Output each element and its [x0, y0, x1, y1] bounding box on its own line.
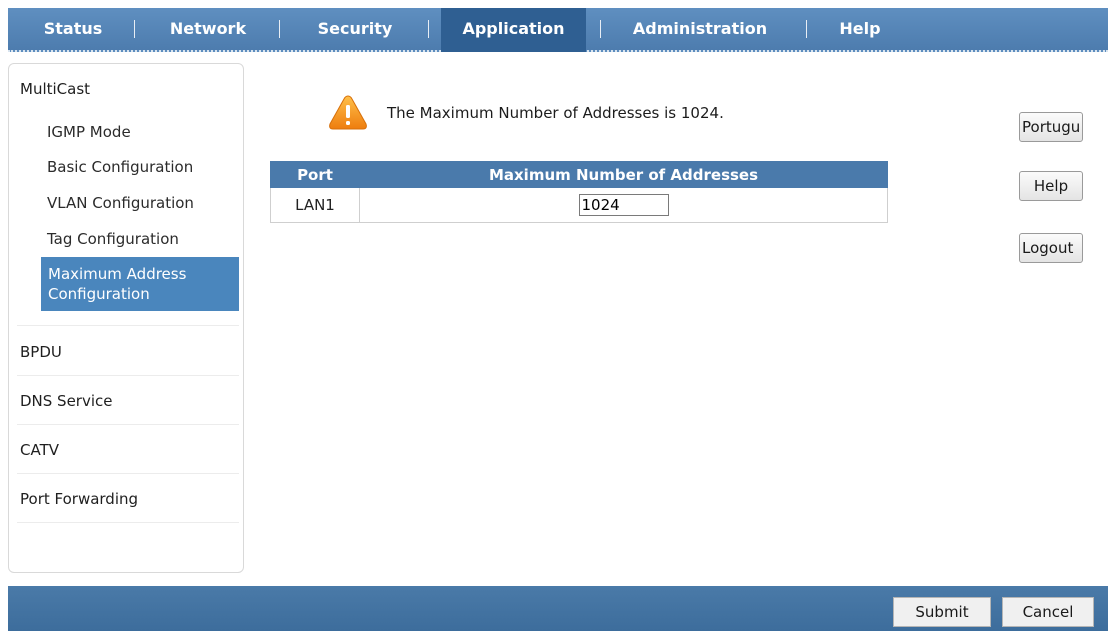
sidebar-divider: [17, 473, 239, 474]
sidebar-group-catv[interactable]: CATV: [20, 441, 59, 459]
max-addresses-cell: [359, 187, 888, 223]
nav-separator: [134, 20, 135, 38]
sidebar-divider: [17, 375, 239, 376]
sidebar-item-vlan-configuration[interactable]: VLAN Configuration: [47, 194, 194, 212]
sidebar: MultiCast IGMP Mode Basic Configuration …: [8, 63, 244, 573]
sidebar-item-tag-configuration[interactable]: Tag Configuration: [47, 230, 179, 248]
nav-separator: [279, 20, 280, 38]
sidebar-item-basic-configuration[interactable]: Basic Configuration: [47, 158, 193, 176]
nav-application[interactable]: Application: [441, 8, 586, 52]
max-address-table: Port Maximum Number of Addresses LAN1: [270, 161, 888, 223]
nav-help[interactable]: Help: [828, 8, 892, 52]
sidebar-item-label-line1: Maximum Address: [48, 265, 187, 283]
notice-text: The Maximum Number of Addresses is 1024.: [387, 104, 724, 122]
nav-administration[interactable]: Administration: [621, 8, 779, 52]
sidebar-divider: [17, 424, 239, 425]
sidebar-divider: [17, 325, 239, 326]
page: Status Network Security Application Admi…: [0, 0, 1108, 631]
table-header-row: Port Maximum Number of Addresses: [270, 161, 888, 188]
sidebar-group-bpdu[interactable]: BPDU: [20, 343, 62, 361]
language-button[interactable]: Portugu: [1019, 112, 1083, 142]
nav-security[interactable]: Security: [302, 8, 408, 52]
sidebar-group-port-forwarding[interactable]: Port Forwarding: [20, 490, 138, 508]
sidebar-divider: [17, 522, 239, 523]
table-row: LAN1: [270, 187, 888, 223]
sidebar-item-maximum-address-configuration[interactable]: Maximum Address Configuration: [41, 257, 239, 311]
nav-separator: [806, 20, 807, 38]
sidebar-item-label-line2: Configuration: [48, 285, 150, 303]
sidebar-item-igmp-mode[interactable]: IGMP Mode: [47, 123, 131, 141]
nav-network[interactable]: Network: [158, 8, 258, 52]
top-navigation: Status Network Security Application Admi…: [8, 8, 1108, 52]
submit-button[interactable]: Submit: [893, 597, 991, 627]
sidebar-group-dns-service[interactable]: DNS Service: [20, 392, 113, 410]
nav-status[interactable]: Status: [30, 8, 116, 52]
port-cell: LAN1: [270, 187, 360, 223]
max-addresses-input[interactable]: [578, 194, 669, 216]
help-button[interactable]: Help: [1019, 171, 1083, 201]
nav-separator: [600, 20, 601, 38]
sidebar-group-multicast[interactable]: MultiCast: [20, 80, 90, 98]
cancel-button[interactable]: Cancel: [1002, 597, 1094, 627]
column-header-max-addresses: Maximum Number of Addresses: [359, 161, 888, 188]
warning-icon: [329, 95, 367, 130]
logout-button[interactable]: Logout: [1019, 233, 1083, 263]
column-header-port: Port: [270, 161, 360, 188]
nav-separator: [428, 20, 429, 38]
